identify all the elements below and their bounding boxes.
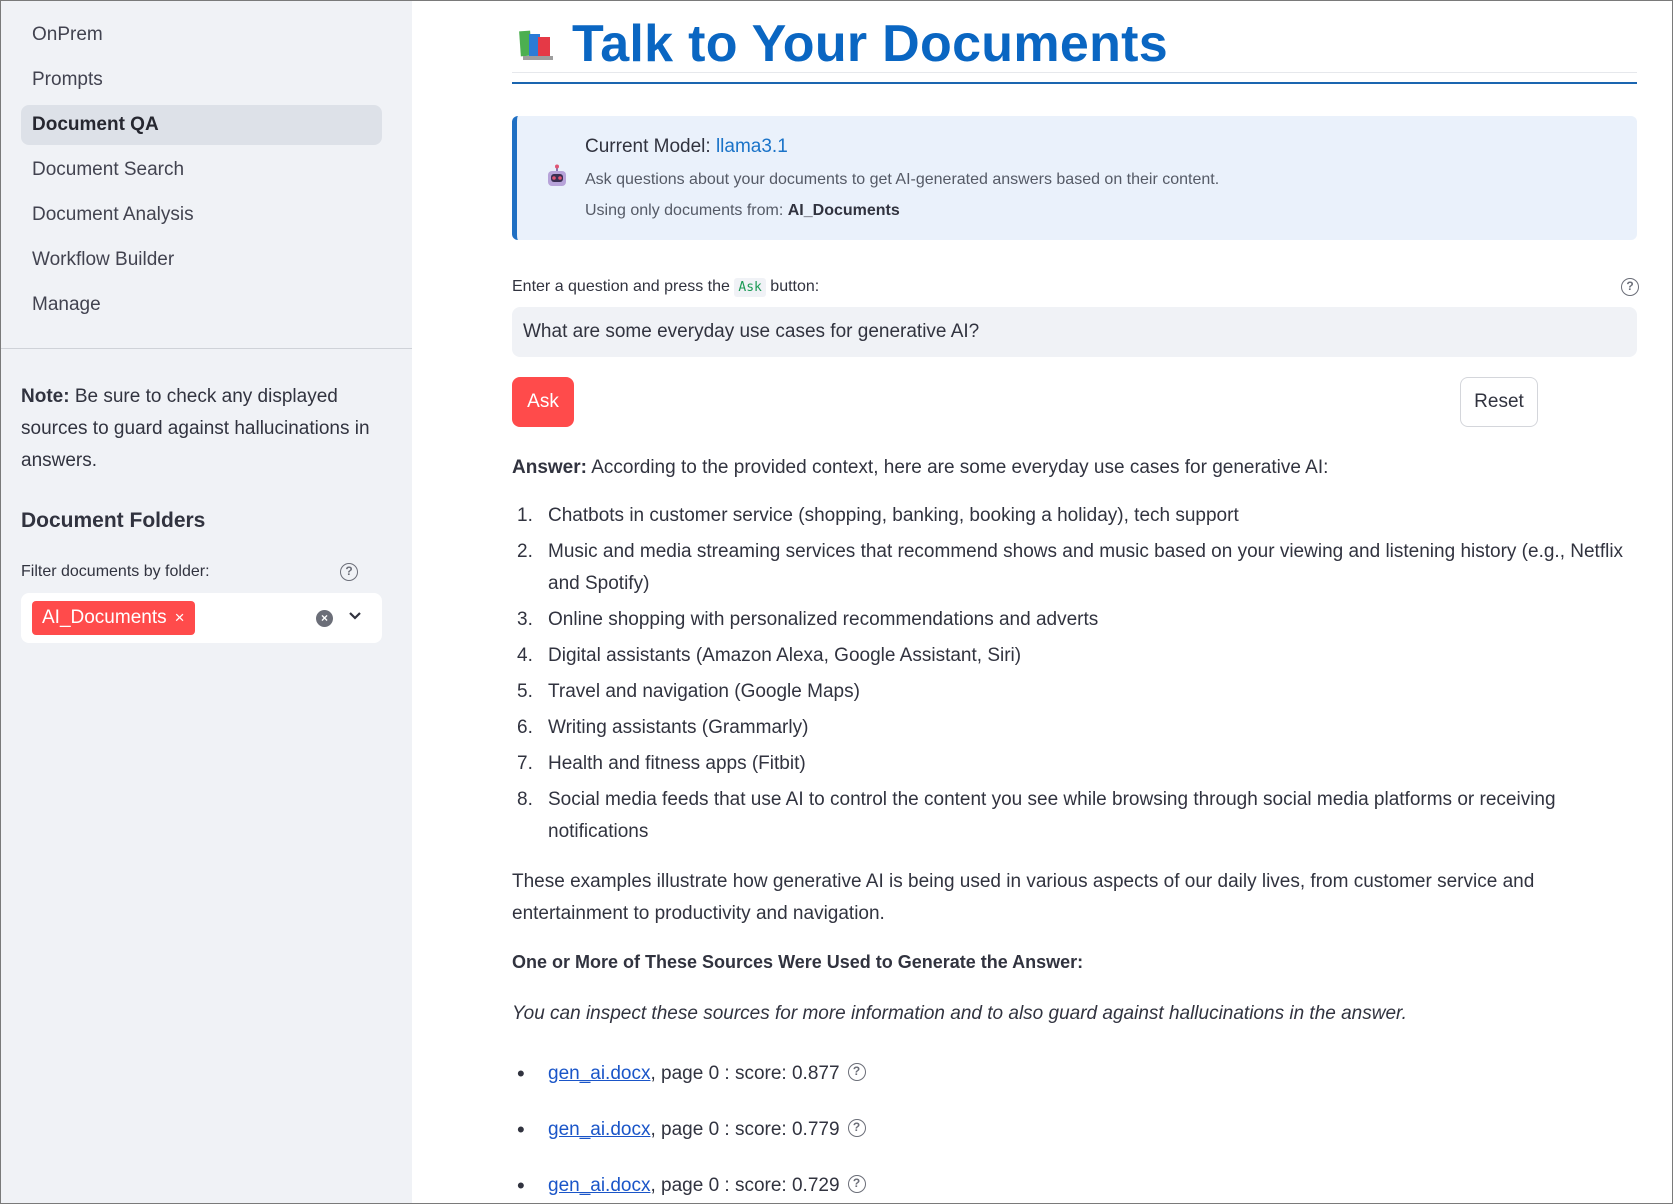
list-item: 1. Chatbots in customer service (shopping… <box>517 505 1239 526</box>
question-label-code: Ask <box>734 278 766 297</box>
title-underline <box>512 82 1637 84</box>
sidebar-item-workflow-builder[interactable]: Workflow Builder <box>21 240 382 280</box>
sources-list: • gen_ai.docx, page 0 : score: 0.877? • ge… <box>512 1058 1637 1204</box>
title-underline-light <box>512 72 1637 73</box>
model-info-box: Current Model: llama3.1 Ask questions ab… <box>512 116 1637 240</box>
filter-folder-label: Filter documents by folder: <box>21 563 210 580</box>
robot-icon <box>548 164 566 186</box>
list-item-text: Health and fitness apps (Fitbit) <box>548 753 806 774</box>
source-detail: , page 0 : score: 0.729 <box>650 1175 840 1196</box>
list-item: 5. Travel and navigation (Google Maps) <box>517 681 860 702</box>
source-detail: , page 0 : score: 0.877 <box>650 1063 840 1084</box>
list-item: 6. Writing assistants (Grammarly) <box>517 717 809 738</box>
answer-conclusion: These examples illustrate how generative… <box>512 871 1535 924</box>
sources-heading: One or More of These Sources Were Used t… <box>512 952 1084 972</box>
sidebar-divider <box>1 348 412 349</box>
page-header: Talk to Your Documents <box>512 10 1637 74</box>
list-item: 4. Digital assistants (Amazon Alexa, Goog… <box>517 645 1022 666</box>
answer-list: 1. Chatbots in customer service (shopping… <box>512 500 1637 852</box>
list-item-text: Music and media streaming services that … <box>548 541 1624 594</box>
question-label-pre: Enter a question and press the <box>512 278 735 295</box>
list-item: 7. Health and fitness apps (Fitbit) <box>517 753 806 774</box>
answer-intro: Answer: According to the provided contex… <box>512 452 1637 484</box>
source-item: • gen_ai.docx, page 0 : score: 0.779? <box>512 1114 1637 1170</box>
sources-note: You can inspect these sources for more i… <box>512 1003 1407 1024</box>
using-prefix: Using only documents from: <box>585 202 788 219</box>
note-text: Be sure to check any displayed sources t… <box>21 386 370 471</box>
model-name: llama3.1 <box>715 136 788 157</box>
sidebar-item-onprem[interactable]: OnPrem <box>21 15 382 55</box>
source-item: • gen_ai.docx, page 0 : score: 0.877? <box>512 1058 1637 1114</box>
source-help-icon[interactable]: ? <box>847 1062 866 1081</box>
page-title: Talk to Your Documents <box>572 15 1169 73</box>
sidebar-note: Note: Be sure to check any displayed sou… <box>21 381 381 477</box>
list-item: 2. Music and media streaming services tha… <box>517 541 1624 594</box>
sidebar-item-manage[interactable]: Manage <box>21 285 382 325</box>
source-link[interactable]: gen_ai.docx <box>548 1063 650 1084</box>
list-item-text: Chatbots in customer service (shopping, … <box>548 505 1239 526</box>
sidebar-item-prompts[interactable]: Prompts <box>21 60 382 100</box>
sidebar-item-document-qa[interactable]: Document QA <box>21 105 382 145</box>
answer-intro-text: According to the provided context, here … <box>586 457 1329 478</box>
main-content: Talk to Your Documents Current Model: ll… <box>512 0 1639 1204</box>
info-using-folder: Using only documents from: AI_Documents <box>585 202 900 220</box>
list-item: 3. Online shopping with personalized reco… <box>517 609 1099 630</box>
list-item: 8. Social media feeds that use AI to cont… <box>517 789 1556 842</box>
question-help-icon[interactable]: ? <box>1621 278 1639 296</box>
list-item-text: Digital assistants (Amazon Alexa, Google… <box>548 645 1022 666</box>
reset-button[interactable]: Reset <box>1460 377 1538 427</box>
folder-multiselect[interactable]: AI_Documents × × <box>21 593 382 643</box>
list-item-text: Travel and navigation (Google Maps) <box>548 681 860 702</box>
source-detail: , page 0 : score: 0.779 <box>650 1119 840 1140</box>
sidebar: OnPrem Prompts Document QA Document Sear… <box>1 1 412 1203</box>
filter-help-icon[interactable]: ? <box>340 563 358 581</box>
model-prefix: Current Model: <box>585 136 716 157</box>
using-folder-name: AI_Documents <box>787 202 900 219</box>
folder-tag: AI_Documents × <box>32 601 195 635</box>
info-description: Ask questions about your documents to ge… <box>585 171 1220 188</box>
document-folders-heading: Document Folders <box>21 509 206 532</box>
chevron-down-icon[interactable] <box>348 606 362 626</box>
sidebar-nav: OnPrem Prompts Document QA Document Sear… <box>21 15 382 330</box>
books-icon <box>519 30 553 60</box>
remove-tag-icon[interactable]: × <box>175 608 185 627</box>
ask-button[interactable]: Ask <box>512 377 574 427</box>
source-link[interactable]: gen_ai.docx <box>548 1119 650 1140</box>
note-label: Note: <box>21 386 70 407</box>
question-label-post: button: <box>765 278 820 295</box>
source-link[interactable]: gen_ai.docx <box>548 1175 650 1196</box>
question-label: Enter a question and press the Ask butto… <box>512 278 820 297</box>
list-item-text: Online shopping with personalized recomm… <box>548 609 1099 630</box>
source-item: • gen_ai.docx, page 0 : score: 0.729? <box>512 1170 1637 1204</box>
sidebar-item-document-search[interactable]: Document Search <box>21 150 382 190</box>
sidebar-item-document-analysis[interactable]: Document Analysis <box>21 195 382 235</box>
current-model: Current Model: llama3.1 <box>585 136 788 158</box>
list-item-text: Social media feeds that use AI to contro… <box>548 789 1556 842</box>
source-help-icon[interactable]: ? <box>847 1118 866 1137</box>
list-item-text: Writing assistants (Grammarly) <box>548 717 809 738</box>
source-help-icon[interactable]: ? <box>847 1174 866 1193</box>
question-input[interactable]: What are some everyday use cases for gen… <box>512 307 1637 357</box>
answer-label: Answer: <box>512 457 587 478</box>
folder-tag-label: AI_Documents <box>42 607 167 628</box>
clear-selection-icon[interactable]: × <box>316 610 333 627</box>
